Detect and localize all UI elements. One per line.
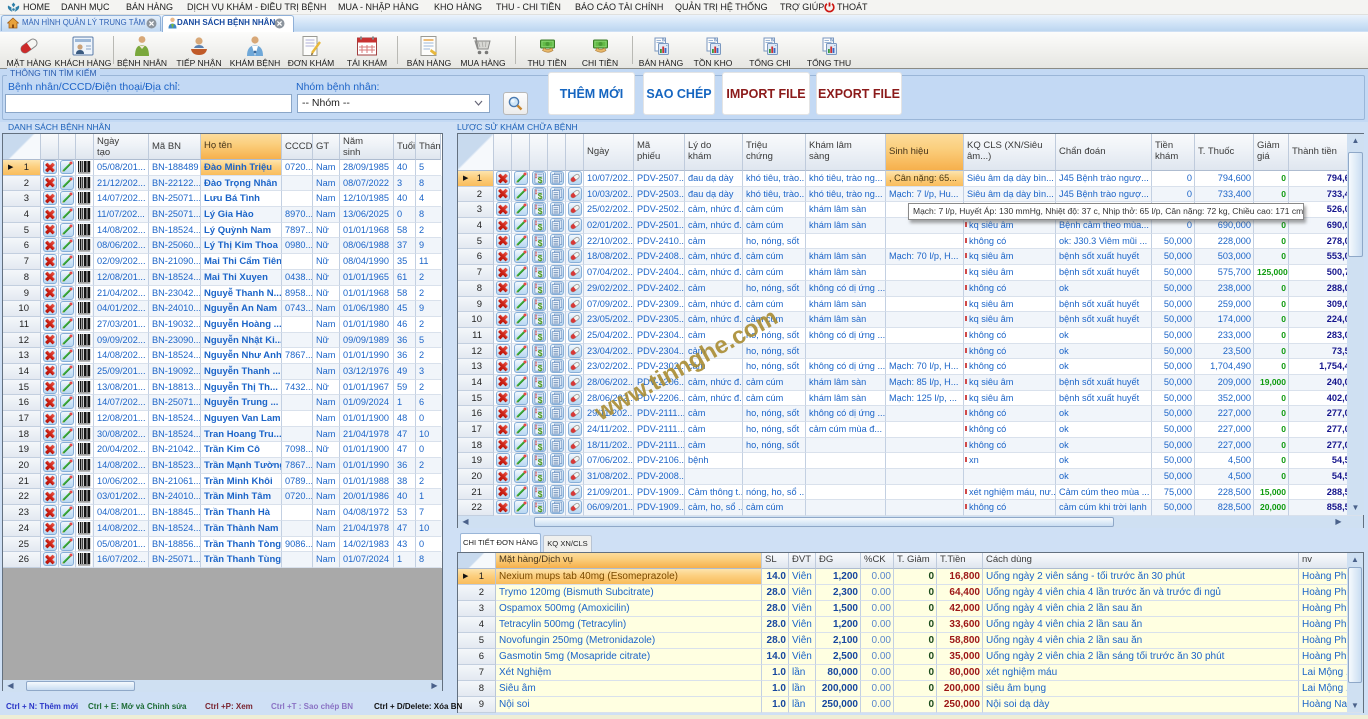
svg-text:$: $ <box>537 363 542 373</box>
svg-text:$: $ <box>537 348 542 358</box>
svg-text:$: $ <box>537 301 542 311</box>
svg-text:$: $ <box>537 458 542 468</box>
svg-text:$: $ <box>537 222 542 232</box>
svg-text:$: $ <box>537 285 542 295</box>
svg-text:$: $ <box>537 442 542 452</box>
svg-text:$: $ <box>537 269 542 279</box>
svg-text:$: $ <box>537 473 542 483</box>
svg-text:$: $ <box>537 426 542 436</box>
svg-text:$: $ <box>537 238 542 248</box>
svg-text:$: $ <box>537 489 542 499</box>
svg-text:$: $ <box>537 379 542 389</box>
svg-text:$: $ <box>537 207 542 217</box>
svg-text:$: $ <box>537 191 542 201</box>
svg-text:$: $ <box>537 316 542 326</box>
svg-text:$: $ <box>537 175 542 185</box>
svg-text:$: $ <box>537 332 542 342</box>
svg-text:$: $ <box>537 254 542 264</box>
svg-text:$: $ <box>537 410 542 420</box>
svg-text:$: $ <box>537 395 542 405</box>
svg-text:$: $ <box>537 505 542 515</box>
